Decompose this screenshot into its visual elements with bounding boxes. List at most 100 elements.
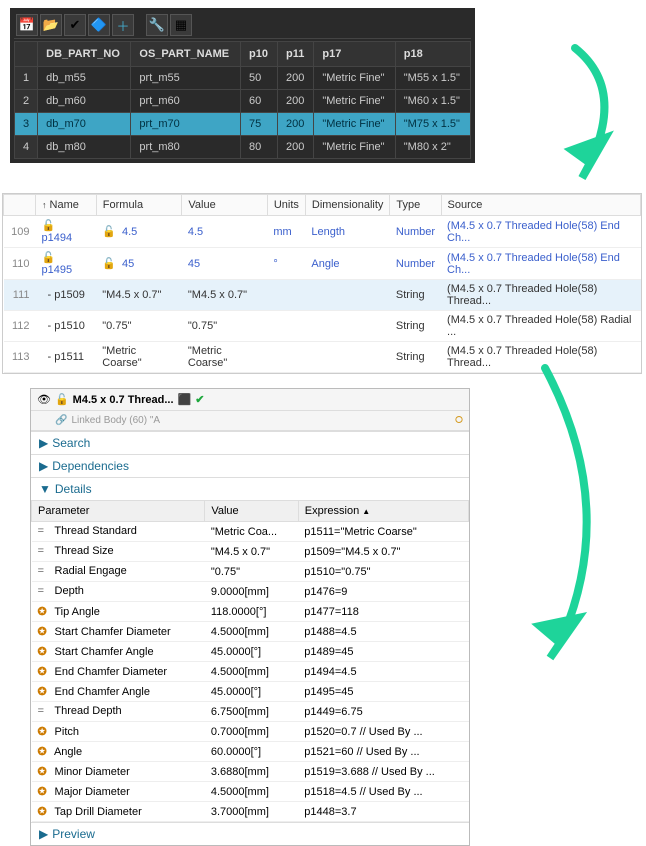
check-icon[interactable]: ✔ bbox=[64, 14, 86, 36]
detail-row[interactable]: = Radial Engage "0.75" p1510="0.75" bbox=[32, 562, 469, 582]
detail-value: 9.0000[mm] bbox=[205, 582, 298, 602]
detail-row[interactable]: = Depth 9.0000[mm] p1476=9 bbox=[32, 582, 469, 602]
details-table[interactable]: Parameter Value Expression ▲ = Thread St… bbox=[31, 500, 469, 822]
cell[interactable]: 200 bbox=[278, 113, 314, 136]
detail-param: = Thread Size bbox=[32, 542, 205, 562]
param-dim bbox=[305, 311, 390, 342]
cell[interactable]: 75 bbox=[241, 113, 278, 136]
col-Units[interactable]: Units bbox=[267, 195, 305, 216]
col-Value[interactable]: Value bbox=[182, 195, 267, 216]
cell[interactable]: "M75 x 1.5" bbox=[395, 113, 470, 136]
detail-row[interactable]: ✪ Tip Angle 118.0000[°] p1477=118 bbox=[32, 602, 469, 622]
feature-tree-row[interactable]: 👁 🔓 M4.5 x 0.7 Thread... ⬛ ✔ bbox=[31, 389, 469, 411]
param-name[interactable]: - p1509 bbox=[36, 280, 97, 311]
cell[interactable]: prt_m80 bbox=[131, 136, 241, 159]
param-name[interactable]: - p1511 bbox=[36, 342, 97, 373]
detail-row[interactable]: ✪ Pitch 0.7000[mm] p1520=0.7 // Used By … bbox=[32, 722, 469, 742]
cell[interactable]: 80 bbox=[241, 136, 278, 159]
detail-expr: p1494=4.5 bbox=[298, 662, 468, 682]
param-name[interactable]: 🔓p1495 bbox=[36, 248, 97, 280]
cell[interactable]: 60 bbox=[241, 90, 278, 113]
col-Dimensionality[interactable]: Dimensionality bbox=[305, 195, 390, 216]
linked-body-row[interactable]: 🔗 Linked Body (60) "A ⭘ bbox=[31, 411, 469, 431]
add-icon[interactable]: ＋ bbox=[112, 14, 134, 36]
search-section-header[interactable]: ▶Search bbox=[31, 431, 469, 454]
col-p17[interactable]: p17 bbox=[314, 42, 395, 67]
param-formula[interactable]: "M4.5 x 0.7" bbox=[96, 280, 182, 311]
detail-row[interactable]: = Thread Size "M4.5 x 0.7" p1509="M4.5 x… bbox=[32, 542, 469, 562]
col-p10[interactable]: p10 bbox=[241, 42, 278, 67]
cell[interactable]: "M80 x 2" bbox=[395, 136, 470, 159]
param-formula[interactable]: "Metric Coarse" bbox=[96, 342, 182, 373]
cell[interactable]: prt_m60 bbox=[131, 90, 241, 113]
detail-row[interactable]: ✪ End Chamfer Angle 45.0000[°] p1495=45 bbox=[32, 682, 469, 702]
detail-row[interactable]: ✪ Major Diameter 4.5000[mm] p1518=4.5 //… bbox=[32, 782, 469, 802]
cell[interactable]: 200 bbox=[278, 90, 314, 113]
col-Type[interactable]: Type bbox=[390, 195, 441, 216]
table-row[interactable]: 2db_m60prt_m6060200"Metric Fine""M60 x 1… bbox=[15, 90, 471, 113]
detail-param: = Radial Engage bbox=[32, 562, 205, 582]
detail-row[interactable]: ✪ Tap Drill Diameter 3.7000[mm] p1448=3.… bbox=[32, 802, 469, 822]
col-Formula[interactable]: Formula bbox=[96, 195, 182, 216]
detail-row[interactable]: ✪ End Chamfer Diameter 4.5000[mm] p1494=… bbox=[32, 662, 469, 682]
equals-icon: = bbox=[38, 526, 52, 538]
detail-row[interactable]: ✪ Minor Diameter 3.6880[mm] p1519=3.688 … bbox=[32, 762, 469, 782]
param-units bbox=[267, 311, 305, 342]
col-p11[interactable]: p11 bbox=[278, 42, 314, 67]
params-table[interactable]: ↑ NameFormulaValueUnitsDimensionalityTyp… bbox=[3, 194, 641, 373]
table-row[interactable]: 3db_m70prt_m7075200"Metric Fine""M75 x 1… bbox=[15, 113, 471, 136]
dependencies-section-header[interactable]: ▶Dependencies bbox=[31, 454, 469, 477]
cell[interactable]: db_m60 bbox=[38, 90, 131, 113]
param-row[interactable]: 109 🔓p1494 🔓4.5 4.5 mm Length Number (M4… bbox=[4, 216, 641, 248]
col-expression[interactable]: Expression ▲ bbox=[298, 501, 468, 522]
cell[interactable]: "Metric Fine" bbox=[314, 113, 395, 136]
fx-icon: ✪ bbox=[38, 785, 52, 798]
detail-row[interactable]: ✪ Angle 60.0000[°] p1521=60 // Used By .… bbox=[32, 742, 469, 762]
detail-param: ✪ Tip Angle bbox=[32, 602, 205, 622]
eye-icon[interactable]: 👁 bbox=[37, 393, 51, 406]
col-DB_PART_NO[interactable]: DB_PART_NO bbox=[38, 42, 131, 67]
param-row[interactable]: 111 - p1509 "M4.5 x 0.7" "M4.5 x 0.7" St… bbox=[4, 280, 641, 311]
param-name[interactable]: 🔓p1494 bbox=[36, 216, 97, 248]
param-formula[interactable]: 🔓45 bbox=[96, 248, 182, 280]
cell[interactable]: db_m70 bbox=[38, 113, 131, 136]
table-row[interactable]: 4db_m80prt_m8080200"Metric Fine""M80 x 2… bbox=[15, 136, 471, 159]
cell[interactable]: "M55 x 1.5" bbox=[395, 67, 470, 90]
grid-icon[interactable]: ▦ bbox=[170, 14, 192, 36]
fx-icon: ✪ bbox=[38, 645, 52, 658]
col-p18[interactable]: p18 bbox=[395, 42, 470, 67]
open-icon[interactable]: 📂 bbox=[40, 14, 62, 36]
preview-section-header[interactable]: ▶Preview bbox=[31, 822, 469, 845]
cell[interactable]: 50 bbox=[241, 67, 278, 90]
detail-row[interactable]: = Thread Standard "Metric Coa... p1511="… bbox=[32, 522, 469, 542]
details-section-header[interactable]: ▼Details bbox=[31, 477, 469, 500]
calendar-icon[interactable]: 📅 bbox=[16, 14, 38, 36]
cell[interactable]: "Metric Fine" bbox=[314, 67, 395, 90]
cell[interactable]: db_m55 bbox=[38, 67, 131, 90]
cell[interactable]: 200 bbox=[278, 67, 314, 90]
table-row[interactable]: 1db_m55prt_m5550200"Metric Fine""M55 x 1… bbox=[15, 67, 471, 90]
col-Name[interactable]: ↑ Name bbox=[36, 195, 97, 216]
cell[interactable]: "M60 x 1.5" bbox=[395, 90, 470, 113]
cell[interactable]: "Metric Fine" bbox=[314, 90, 395, 113]
col-value[interactable]: Value bbox=[205, 501, 298, 522]
param-formula[interactable]: "0.75" bbox=[96, 311, 182, 342]
param-row[interactable]: 110 🔓p1495 🔓45 45 ° Angle Number (M4.5 x… bbox=[4, 248, 641, 280]
cell[interactable]: "Metric Fine" bbox=[314, 136, 395, 159]
param-formula[interactable]: 🔓4.5 bbox=[96, 216, 182, 248]
db-part-table[interactable]: DB_PART_NOOS_PART_NAMEp10p11p17p18 1db_m… bbox=[14, 41, 471, 159]
col-parameter[interactable]: Parameter bbox=[32, 501, 205, 522]
shapes-icon[interactable]: 🔷 bbox=[88, 14, 110, 36]
col-Source[interactable]: Source bbox=[441, 195, 640, 216]
cell[interactable]: 200 bbox=[278, 136, 314, 159]
detail-row[interactable]: = Thread Depth 6.7500[mm] p1449=6.75 bbox=[32, 702, 469, 722]
cell[interactable]: prt_m55 bbox=[131, 67, 241, 90]
wrench-icon[interactable]: 🔧 bbox=[146, 14, 168, 36]
detail-row[interactable]: ✪ Start Chamfer Diameter 4.5000[mm] p148… bbox=[32, 622, 469, 642]
detail-row[interactable]: ✪ Start Chamfer Angle 45.0000[°] p1489=4… bbox=[32, 642, 469, 662]
param-name[interactable]: - p1510 bbox=[36, 311, 97, 342]
cell[interactable]: db_m80 bbox=[38, 136, 131, 159]
param-row[interactable]: 112 - p1510 "0.75" "0.75" String (M4.5 x… bbox=[4, 311, 641, 342]
col-OS_PART_NAME[interactable]: OS_PART_NAME bbox=[131, 42, 241, 67]
cell[interactable]: prt_m70 bbox=[131, 113, 241, 136]
